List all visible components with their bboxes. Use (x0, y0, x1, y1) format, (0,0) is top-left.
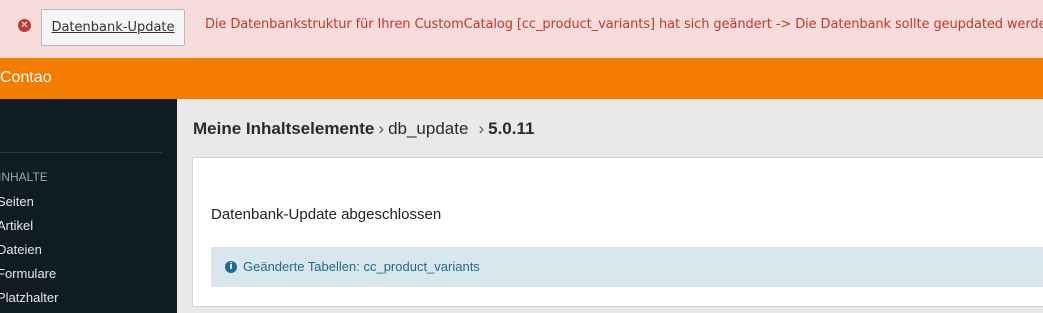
content-panel: Datenbank-Update abgeschlossen i Geänder… (192, 157, 1043, 307)
breadcrumb-part1[interactable]: Meine Inhaltselemente (193, 119, 374, 138)
brand-logo[interactable]: Contao (0, 69, 52, 87)
info-circle-icon: i (225, 261, 237, 273)
alert-bar: ✕ Datenbank-Update Die Datenbankstruktur… (0, 0, 1043, 58)
panel-title: Datenbank-Update abgeschlossen (211, 206, 442, 223)
breadcrumb: Meine Inhaltselemente › db_update › 5.0.11 (193, 119, 534, 139)
breadcrumb-part2[interactable]: db_update (388, 119, 468, 138)
sidebar-item-artikel[interactable]: Artikel (0, 218, 33, 233)
breadcrumb-part3: 5.0.11 (488, 119, 535, 138)
breadcrumb-separator: › (378, 119, 385, 138)
sidebar-divider (0, 152, 162, 153)
main-content: Meine Inhaltselemente › db_update › 5.0.11 D… (177, 99, 1043, 313)
info-message: Geänderte Tabellen: cc_product_variants (243, 259, 480, 274)
sidebar: INHALTE Seiten Artikel Dateien Formulare… (0, 99, 177, 313)
close-circle-icon: ✕ (18, 19, 31, 32)
database-update-button[interactable]: Datenbank-Update (41, 9, 185, 46)
sidebar-item-dateien[interactable]: Dateien (0, 242, 42, 257)
sidebar-item-formulare[interactable]: Formulare (0, 266, 56, 281)
info-box: i Geänderte Tabellen: cc_product_variant… (211, 247, 1043, 287)
sidebar-item-platzhalter[interactable]: Platzhalter (0, 290, 58, 305)
breadcrumb-separator-2: › (478, 119, 485, 138)
alert-message: Die Datenbankstruktur für Ihren CustomCa… (205, 17, 1043, 32)
sidebar-group-content[interactable]: INHALTE (0, 170, 48, 184)
top-bar: Contao (0, 58, 1043, 99)
sidebar-item-seiten[interactable]: Seiten (0, 194, 34, 209)
